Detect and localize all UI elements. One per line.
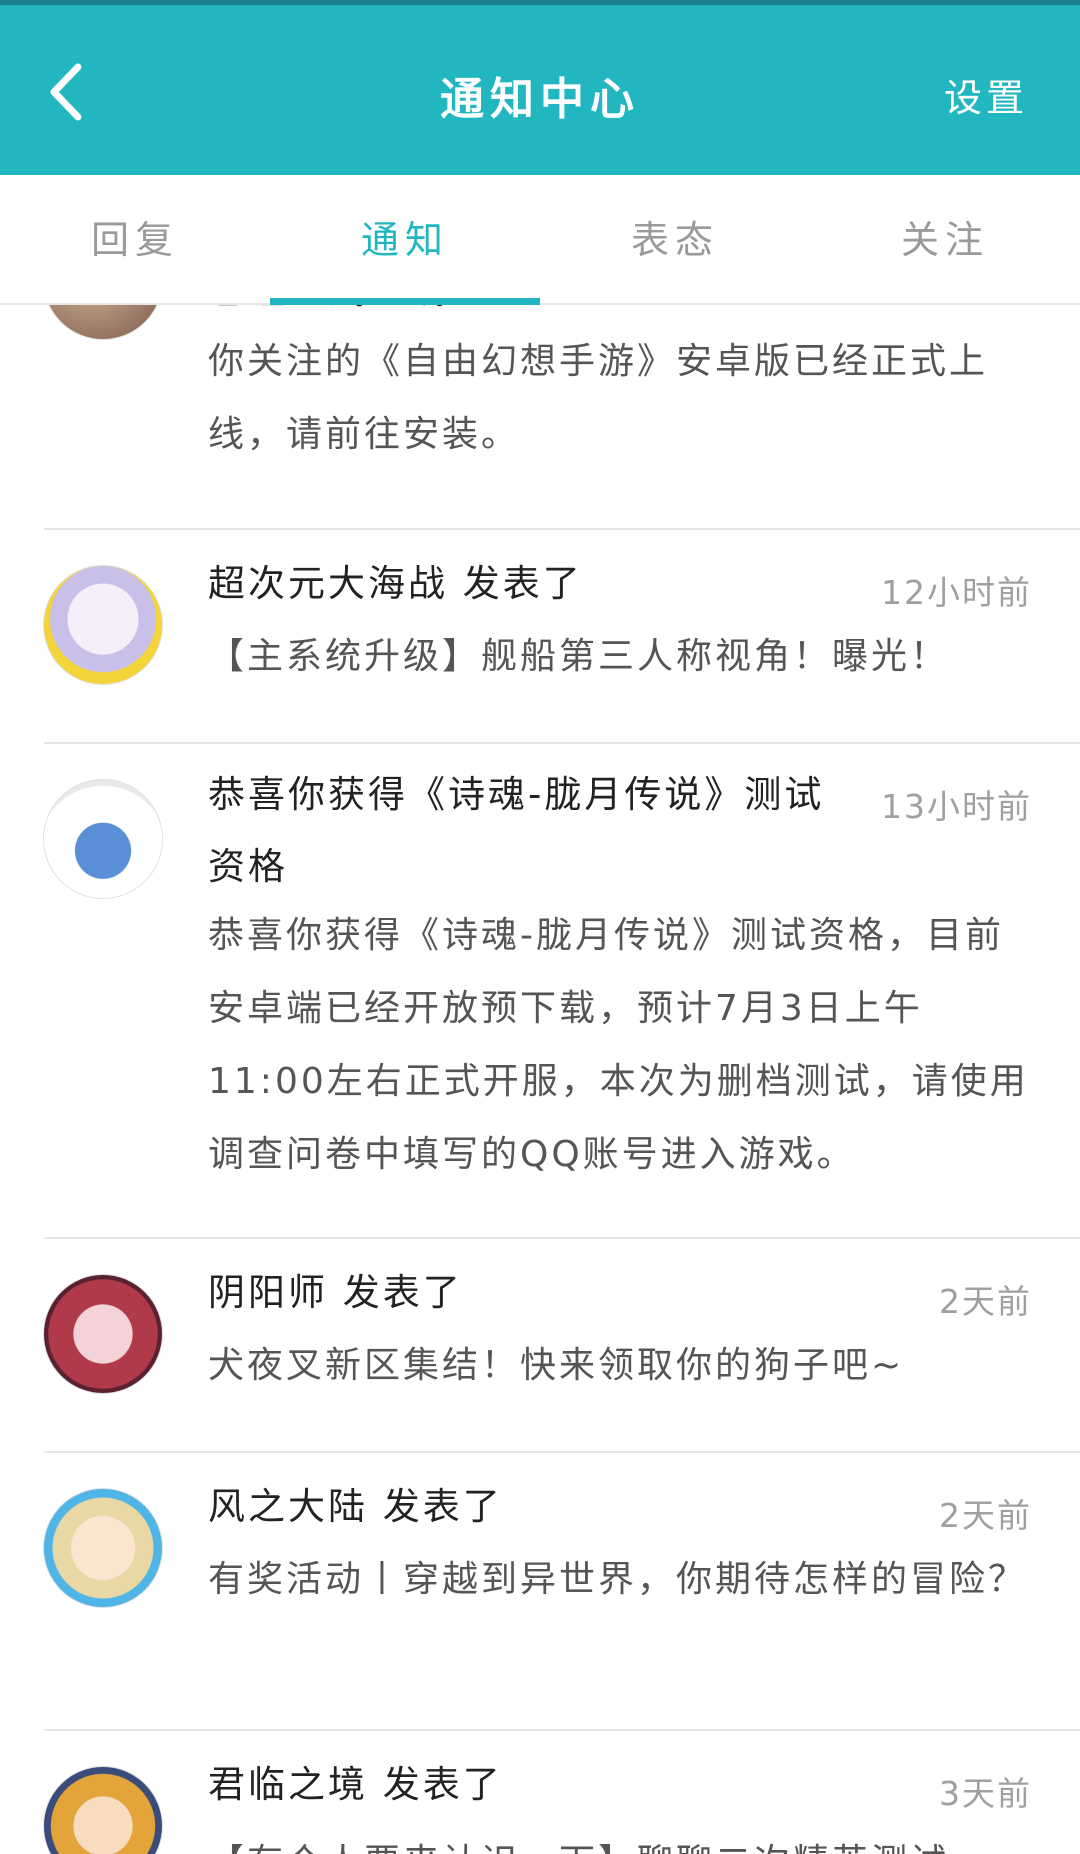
notification-time: 12小时前 [881,573,1032,612]
notification-time: 2天前 [939,1496,1032,1535]
settings-button[interactable]: 设置 [944,67,1028,122]
notification-body: 【主系统升级】舰船第三人称视角！曝光！ [208,636,950,677]
list-item[interactable]: 阴阳师 发表了 2天前 犬夜叉新区集结！快来领取你的狗子吧~ [0,1239,1080,1451]
notification-title: 恭喜你获得《诗魂-胧月传说》测试资格 [208,773,825,888]
notification-title: 超次元大海战 发表了 [208,562,583,605]
tab-notifications[interactable]: 通知 [270,175,540,303]
notification-title: 君临之境 发表了 [208,1763,503,1806]
notification-body: 【有个人要来认识一下】聊聊二次精英测试 [208,1826,1038,1854]
notification-body: 恭喜你获得《诗魂-胧月传说》测试资格，目前安卓端已经开放预下载，预计7月3日上午… [208,915,1029,1175]
tab-bar: 回复 通知 表态 关注 [0,175,1080,305]
notification-time: 13小时前 [881,787,1032,826]
page-title: 通知中心 [440,74,640,125]
list-item[interactable]: 君临之境 发表了 3天前 【有个人要来认识一下】聊聊二次精英测试 [0,1731,1080,1854]
avatar [43,1274,163,1394]
notification-title: 已经正式上线 [208,305,448,327]
avatar [43,1766,163,1854]
active-tab-indicator [270,298,540,305]
notification-body: 你关注的《自由幻想手游》安卓版已经正式上线，请前往安装。 [208,341,989,455]
tab-replies[interactable]: 回复 [0,175,270,303]
tab-following[interactable]: 关注 [810,175,1080,303]
notification-body: 有奖活动丨穿越到异世界，你期待怎样的冒险？ [208,1559,1028,1600]
list-item[interactable]: 风之大陆 发表了 2天前 有奖活动丨穿越到异世界，你期待怎样的冒险？ [0,1453,1080,1729]
notification-list[interactable]: 已经正式上线 你关注的《自由幻想手游》安卓版已经正式上线，请前往安装。 超次元大… [0,305,1080,1854]
notification-title: 阴阳师 发表了 [208,1271,463,1314]
avatar [43,1488,163,1608]
notification-body: 犬夜叉新区集结！快来领取你的狗子吧~ [208,1345,905,1386]
notification-time: 3天前 [939,1774,1032,1813]
list-item[interactable]: 恭喜你获得《诗魂-胧月传说》测试资格 13小时前 恭喜你获得《诗魂-胧月传说》测… [0,744,1080,1239]
tab-reactions[interactable]: 表态 [540,175,810,303]
app-header: 通知中心 设置 [0,5,1080,175]
avatar [43,779,163,899]
notification-time: 2天前 [939,1282,1032,1321]
notification-title: 风之大陆 发表了 [208,1485,503,1528]
avatar [43,305,163,340]
list-item[interactable]: 已经正式上线 你关注的《自由幻想手游》安卓版已经正式上线，请前往安装。 [0,305,1080,530]
avatar [43,565,163,685]
list-item[interactable]: 超次元大海战 发表了 12小时前 【主系统升级】舰船第三人称视角！曝光！ [0,530,1080,742]
